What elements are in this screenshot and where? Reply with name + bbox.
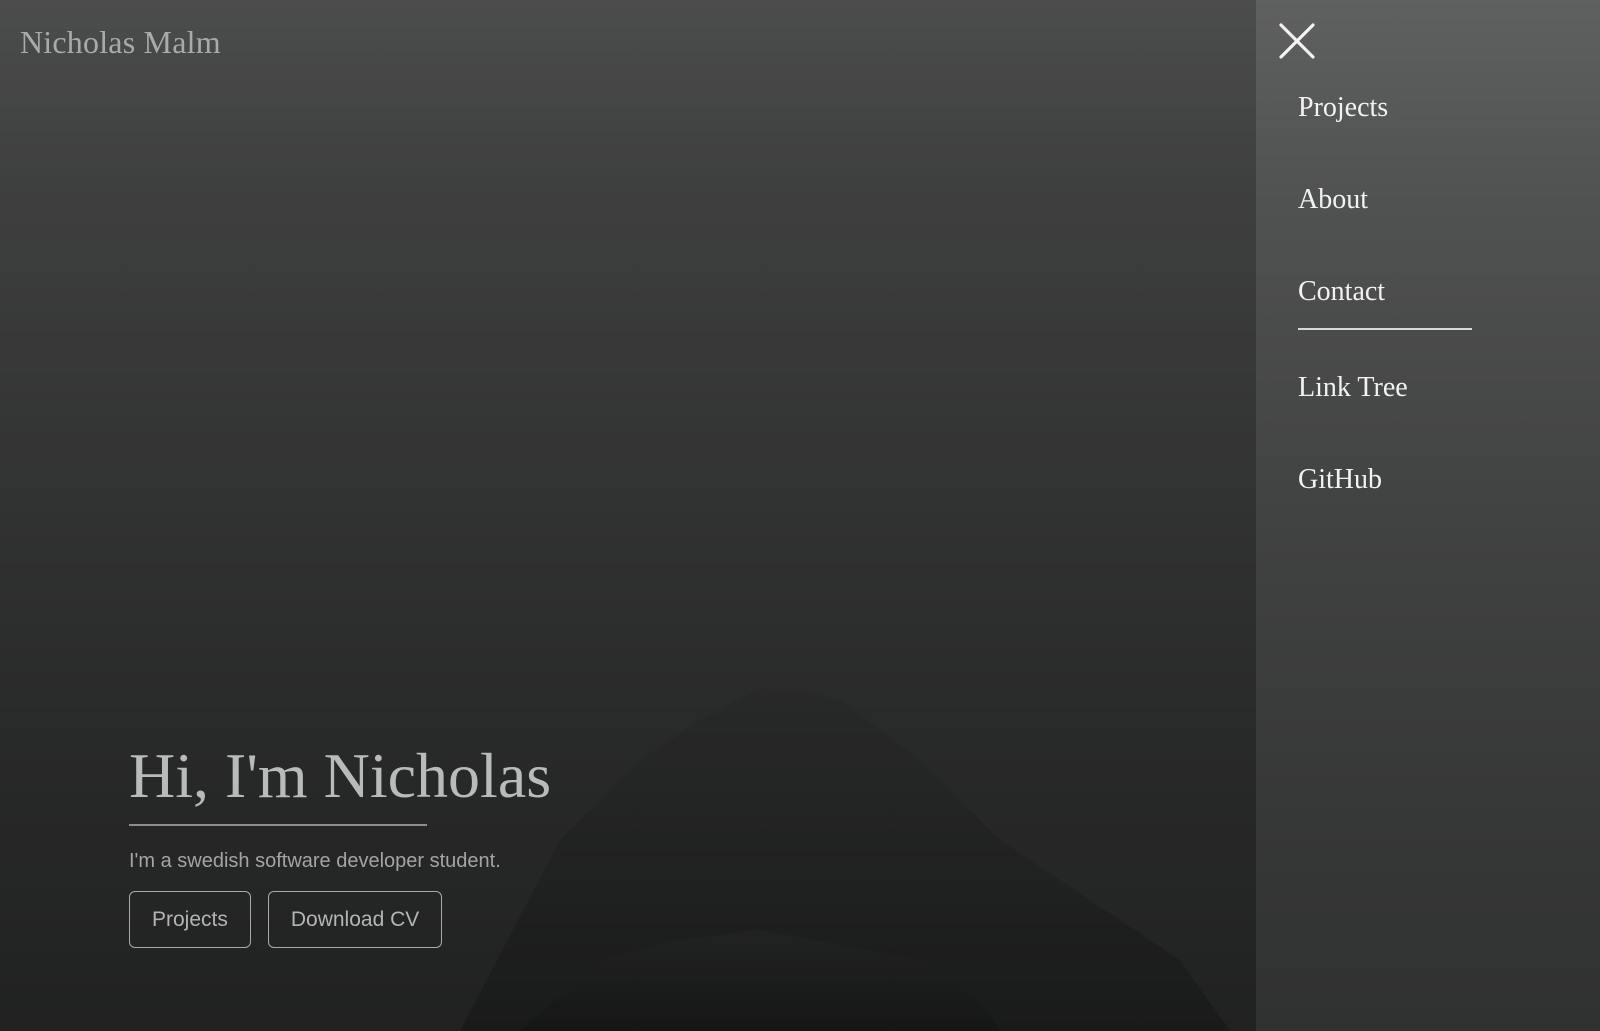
site-logo-text[interactable]: Nicholas Malm — [20, 24, 221, 61]
close-icon — [1279, 23, 1315, 59]
hero-subtitle: I'm a swedish software developer student… — [129, 850, 501, 872]
menu-divider — [1298, 328, 1472, 330]
side-navigation-menu: Projects About Contact Link Tree GitHub — [1256, 0, 1600, 1031]
menu-list: Projects About Contact Link Tree GitHub — [1298, 86, 1558, 550]
hero-section: Hi, I'm Nicholas I'm a swedish software … — [129, 740, 829, 948]
menu-item-about[interactable]: About — [1298, 178, 1558, 270]
page: Nicholas Malm Hi, I'm Nicholas I'm a swe… — [0, 0, 1600, 1031]
hero-title: Hi, I'm Nicholas — [129, 740, 552, 811]
hero-divider — [129, 824, 427, 826]
close-menu-button[interactable] — [1278, 22, 1316, 60]
menu-item-contact[interactable]: Contact — [1298, 270, 1558, 326]
menu-item-link-tree[interactable]: Link Tree — [1298, 366, 1558, 458]
menu-item-github[interactable]: GitHub — [1298, 458, 1558, 550]
menu-item-projects[interactable]: Projects — [1298, 86, 1558, 178]
projects-button[interactable]: Projects — [129, 891, 251, 948]
hero-actions: Projects Download CV — [129, 891, 829, 948]
download-cv-button[interactable]: Download CV — [267, 891, 443, 948]
